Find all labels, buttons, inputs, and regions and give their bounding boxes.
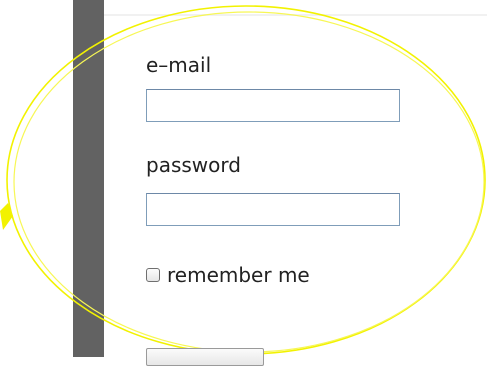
email-label: e–mail <box>146 53 212 77</box>
left-sidebar-strip <box>73 0 104 357</box>
remember-me-label[interactable]: remember me <box>167 263 310 287</box>
email-field[interactable] <box>146 89 400 122</box>
password-field[interactable] <box>146 193 400 226</box>
submit-button[interactable] <box>146 348 264 366</box>
remember-me-row[interactable]: remember me <box>146 263 310 287</box>
top-divider <box>104 14 487 16</box>
remember-me-checkbox[interactable] <box>146 268 160 282</box>
password-label: password <box>146 153 241 177</box>
highlight-arrow-icon <box>0 203 13 230</box>
